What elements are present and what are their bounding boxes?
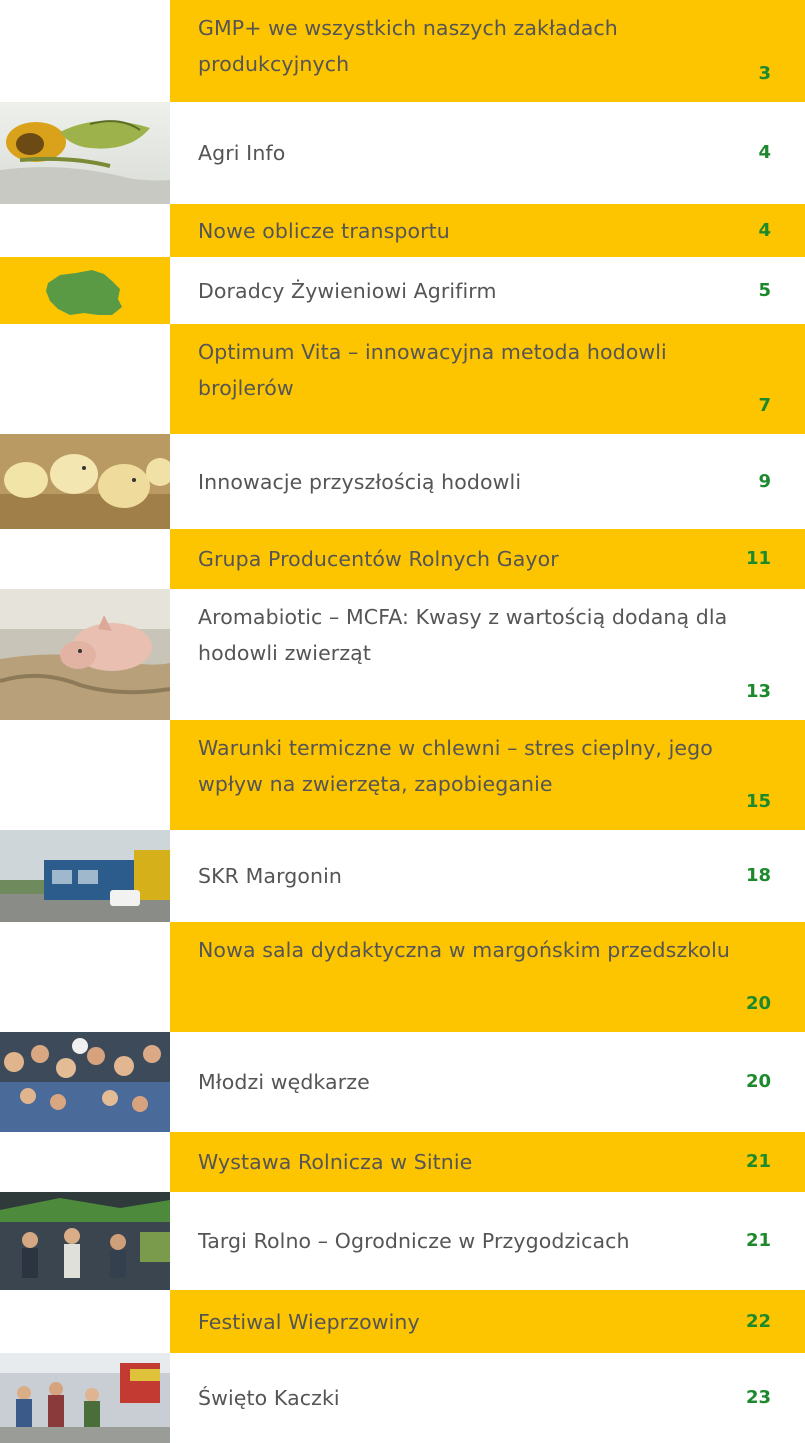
toc-entry-page: 20 [745,993,771,1014]
toc-entry-title: Agri Info [198,141,286,165]
toc-entry-panel: Targi Rolno – Ogrodnicze w Przygodzicach… [170,1192,805,1290]
toc-entry[interactable]: Targi Rolno – Ogrodnicze w Przygodzicach… [0,1192,805,1290]
toc-entry-page: 5 [758,279,771,301]
toc-entry-page: 3 [758,63,771,84]
toc-entry-page: 9 [758,470,771,492]
toc-entry-page: 15 [745,791,771,812]
toc-entry-title: Aromabiotic – MCFA: Kwasy z wartością do… [198,605,728,665]
chicks-photo-image [0,434,170,529]
toc-entry-page: 4 [758,142,771,163]
toc-entry-panel: Święto Kaczki 23 [170,1353,805,1443]
toc-entry-panel: Doradcy Żywieniowi Agrifirm 5 [170,257,805,324]
toc-entry-panel: Nowe oblicze transportu 4 [170,204,805,257]
toc-entry-page: 21 [745,1151,771,1172]
toc-entry-title: Targi Rolno – Ogrodnicze w Przygodzicach [198,1229,630,1253]
toc-entry-title: Młodzi wędkarze [198,1070,370,1094]
toc-entry-page: 23 [745,1387,771,1408]
toc-entry-title: GMP+ we wszystkich naszych zakładach pro… [198,16,618,76]
toc-entry-panel: Festiwal Wieprzowiny 22 [170,1290,805,1353]
toc-entry-page: 13 [745,681,771,702]
toc-entry-panel: Grupa Producentów Rolnych Gayor 11 [170,529,805,589]
toc-entry-page: 22 [745,1310,771,1332]
toc-entry-page: 4 [758,219,771,241]
toc-entry-title: Nowe oblicze transportu [198,218,450,243]
toc-entry-panel: Wystawa Rolnicza w Sitnie 21 [170,1132,805,1192]
toc-entry[interactable]: Święto Kaczki 23 [0,1353,805,1443]
toc-entry[interactable]: Młodzi wędkarze 20 [0,1032,805,1132]
toc-entry[interactable]: Wystawa Rolnicza w Sitnie 21 [0,1132,805,1192]
toc-entry-title: Wystawa Rolnicza w Sitnie [198,1150,473,1174]
toc-entry-panel: SKR Margonin 18 [170,830,805,922]
toc-entry-title: Nowa sala dydaktyczna w margońskim przed… [198,938,731,962]
festival-photo-image [0,1353,170,1443]
poland-map-icon [0,257,170,324]
toc-entry-title: Doradcy Żywieniowi Agrifirm [198,278,497,303]
toc-entry-page: 7 [758,395,771,416]
toc-entry-panel: GMP+ we wszystkich naszych zakładach pro… [170,0,805,102]
toc-entry-title: Święto Kaczki [198,1386,340,1410]
sunflower-photo [0,102,170,204]
toc-entry[interactable]: Warunki termiczne w chlewni – stres ciep… [0,720,805,830]
toc-entry-title: Warunki termiczne w chlewni – stres ciep… [198,736,713,796]
toc-entry-page: 18 [745,865,771,886]
fair-photo [0,1192,170,1290]
toc-entry[interactable]: Agri Info 4 [0,102,805,204]
piglet-photo-image [0,589,170,720]
toc-entry-title: Innowacje przyszłością hodowli [198,469,522,494]
toc-entry-panel: Innowacje przyszłością hodowli 9 [170,434,805,529]
building-photo-image [0,830,170,922]
toc-entry[interactable]: SKR Margonin 18 [0,830,805,922]
chicks-photo [0,434,170,529]
toc-entry[interactable]: Aromabiotic – MCFA: Kwasy z wartością do… [0,589,805,720]
piglet-photo [0,589,170,720]
toc-entry-page: 21 [745,1230,771,1251]
toc-entry-title: Festiwal Wieprzowiny [198,1309,420,1334]
toc-entry-panel: Warunki termiczne w chlewni – stres ciep… [170,720,805,830]
building-photo [0,830,170,922]
toc-entry[interactable]: Festiwal Wieprzowiny 22 [0,1290,805,1353]
toc-entry-panel: Aromabiotic – MCFA: Kwasy z wartością do… [170,589,805,720]
crowd-photo [0,1032,170,1132]
toc-entry-panel: Młodzi wędkarze 20 [170,1032,805,1132]
toc-entry[interactable]: Innowacje przyszłością hodowli 9 [0,434,805,529]
toc-entry[interactable]: Grupa Producentów Rolnych Gayor 11 [0,529,805,589]
toc-entry[interactable]: Optimum Vita – innowacyjna metoda hodowl… [0,324,805,434]
festival-photo [0,1353,170,1443]
toc-entry-page: 20 [745,1071,771,1092]
toc-entry-title: Grupa Producentów Rolnych Gayor [198,547,559,571]
toc-entry-panel: Nowa sala dydaktyczna w margońskim przed… [170,922,805,1032]
toc-entry[interactable]: GMP+ we wszystkich naszych zakładach pro… [0,0,805,102]
toc-entry[interactable]: Doradcy Żywieniowi Agrifirm 5 [0,257,805,324]
fair-photo-image [0,1192,170,1290]
sunflower-photo-image [0,102,170,204]
crowd-photo-image [0,1032,170,1132]
toc-entry-panel: Agri Info 4 [170,102,805,204]
toc-entry-title: SKR Margonin [198,864,342,888]
toc-entry[interactable]: Nowa sala dydaktyczna w margońskim przed… [0,922,805,1032]
toc-entry[interactable]: Nowe oblicze transportu 4 [0,204,805,257]
table-of-contents: GMP+ we wszystkich naszych zakładach pro… [0,0,805,1443]
toc-entry-page: 11 [745,548,771,569]
poland-map-image [0,257,170,324]
toc-entry-title: Optimum Vita – innowacyjna metoda hodowl… [198,340,667,400]
toc-entry-panel: Optimum Vita – innowacyjna metoda hodowl… [170,324,805,434]
